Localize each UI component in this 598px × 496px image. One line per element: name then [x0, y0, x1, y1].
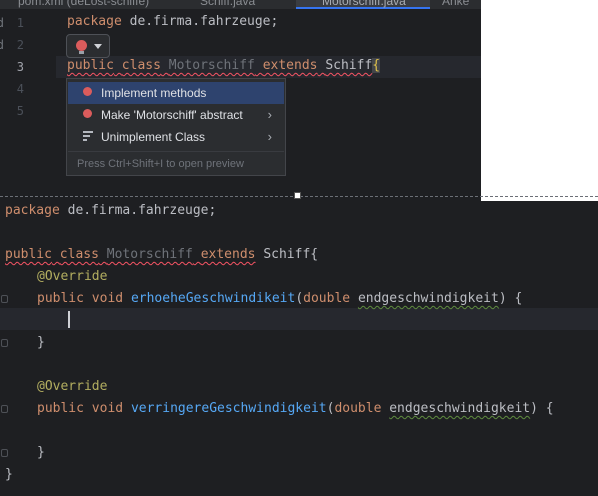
override-gutter-icon[interactable]: [1, 295, 8, 303]
chevron-right-icon: ›: [267, 107, 272, 122]
keyword: public: [67, 58, 114, 73]
class-name: Motorschiff: [106, 247, 193, 262]
keyword: void: [91, 401, 124, 416]
editor-tab-bar: pom.xml (deLost-schiffe) Schiff.java Mot…: [0, 0, 481, 9]
open-brace: {: [310, 247, 319, 262]
close-brace: }: [37, 445, 45, 460]
code-line-method-erhoehe: public void erhoeheGeschwindikeit(double…: [37, 291, 522, 306]
line-number: 2: [16, 38, 24, 52]
method-tail: ) {: [498, 291, 523, 306]
bottom-editor-screenshot: package de.firma.fahrzeuge; public class…: [0, 201, 598, 496]
resize-handle[interactable]: [294, 192, 301, 199]
override-gutter-icon[interactable]: [1, 405, 8, 413]
code-line-class-declaration: public class Motorschiff extends Schiff{: [67, 58, 381, 73]
tab-label: Schiff.java: [200, 0, 256, 8]
param-type: double: [334, 401, 382, 416]
param-type: double: [303, 291, 351, 306]
paren: (: [295, 291, 304, 306]
keyword: public: [37, 401, 84, 416]
tab-pom-xml[interactable]: pom.xml (deLost-schiffe): [18, 0, 149, 9]
edit-lines-icon: [83, 131, 93, 141]
line-number-gutter: d d 1 2 3 4 5: [0, 9, 56, 201]
top-editor-screenshot: pom.xml (deLost-schiffe) Schiff.java Mot…: [0, 0, 481, 201]
tab-motorschiff-java[interactable]: Motorschiff.java: [296, 0, 430, 9]
keyword: package: [67, 14, 122, 29]
line-number: 1: [16, 16, 24, 30]
menu-item-implement-methods[interactable]: Implement methods: [68, 82, 284, 104]
blank-area: [481, 0, 598, 201]
keyword: void: [91, 291, 124, 306]
superclass-name: Schiff: [263, 247, 311, 262]
package-name: de.firma.fahrzeuge;: [121, 14, 279, 29]
close-brace: }: [37, 335, 45, 350]
tab-schiff-java[interactable]: Schiff.java: [200, 0, 255, 9]
error-bulb-icon: [76, 40, 87, 54]
keyword: public: [37, 291, 84, 306]
current-line-highlight: [0, 308, 598, 330]
keyword: extends: [262, 58, 318, 73]
code-line-package: package de.firma.fahrzeuge;: [67, 14, 278, 29]
keyword: class: [121, 58, 161, 73]
line-number: 4: [16, 82, 24, 96]
menu-item-label: Implement methods: [101, 86, 207, 100]
tab-anke[interactable]: Anke: [442, 0, 469, 9]
intention-bulb-button[interactable]: [66, 34, 110, 58]
keyword: class: [59, 247, 99, 262]
menu-item-label: Make 'Motorschiff' abstract: [101, 108, 243, 122]
error-bulb-icon: [83, 87, 92, 96]
tab-label: pom.xml (deLost-schiffe): [18, 0, 150, 8]
chevron-down-icon: [94, 44, 102, 49]
menu-item-make-abstract[interactable]: Make 'Motorschiff' abstract ›: [68, 104, 284, 126]
keyword: extends: [200, 247, 256, 262]
brace-match: {: [372, 58, 381, 73]
code-line-package: package de.firma.fahrzeuge;: [5, 203, 216, 218]
method-name: erhoeheGeschwindikeit: [130, 291, 296, 306]
tab-label: Motorschiff.java: [322, 0, 406, 8]
menu-item-label: Unimplement Class: [101, 130, 206, 144]
line-number: 5: [16, 104, 24, 118]
method-tail: ) {: [530, 401, 554, 416]
package-name: de.firma.fahrzeuge;: [59, 203, 217, 218]
param-name: endgeschwindigkeit: [389, 401, 531, 416]
intention-actions-popup: Implement methods Make 'Motorschiff' abs…: [66, 78, 286, 176]
code-line-class-declaration: public class Motorschiff extends Schiff{: [5, 247, 318, 262]
keyword: package: [5, 203, 60, 218]
code-line-method-verringere: public void verringereGeschwindigkeit(do…: [37, 401, 554, 416]
popup-hint: Press Ctrl+Shift+I to open preview: [77, 158, 244, 170]
line-number: 3: [16, 60, 24, 74]
override-annotation: @Override: [37, 379, 108, 394]
keyword: public: [5, 247, 52, 262]
menu-item-unimplement-class[interactable]: Unimplement Class ›: [68, 126, 284, 148]
override-annotation: @Override: [37, 269, 108, 284]
popup-divider: [68, 151, 284, 152]
method-name: verringereGeschwindigkeit: [130, 401, 327, 416]
chevron-right-icon: ›: [267, 129, 272, 144]
param-name: endgeschwindigkeit: [357, 291, 499, 306]
fold-gutter-icon[interactable]: [1, 449, 8, 457]
fold-gutter-icon[interactable]: [1, 339, 8, 347]
class-name: Motorschiff: [168, 58, 255, 73]
tab-label: Anke: [442, 0, 470, 8]
text-caret: [68, 311, 70, 328]
close-class-brace: }: [5, 467, 13, 482]
error-bulb-icon: [83, 109, 92, 118]
superclass-name: Schiff: [325, 58, 373, 73]
